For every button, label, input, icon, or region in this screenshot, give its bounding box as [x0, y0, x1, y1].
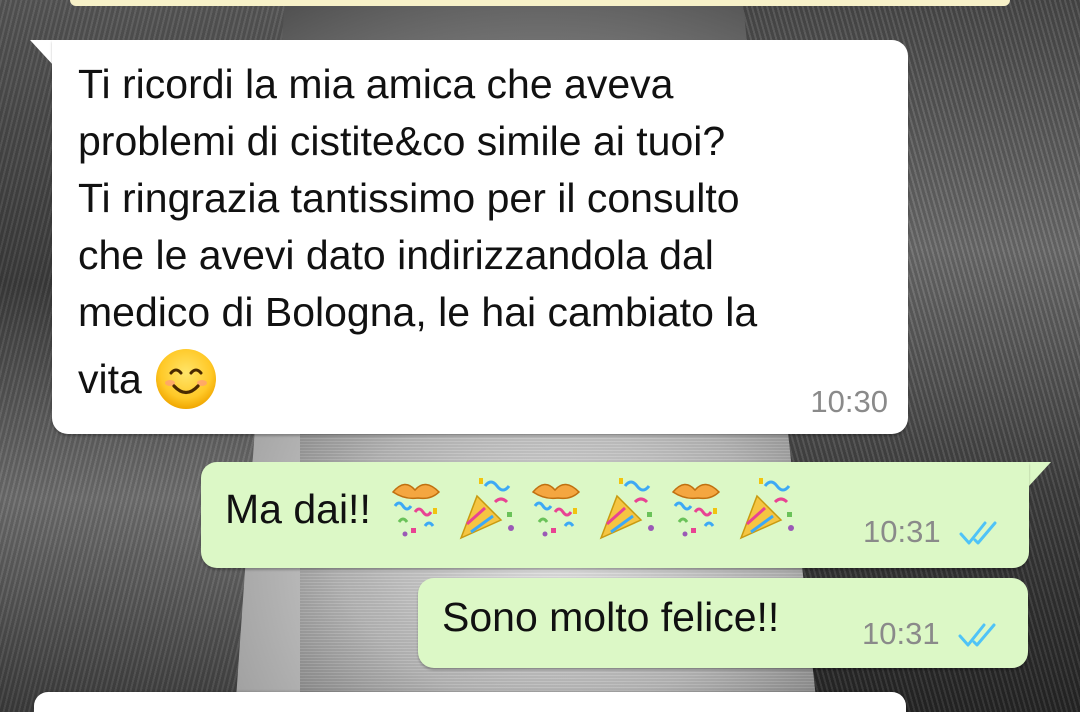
smiling-face-icon [155, 349, 216, 409]
incoming-message-bubble[interactable]: Ti ricordi la mia amica che aveva proble… [52, 40, 908, 434]
incoming-bubble-tail [30, 40, 54, 66]
message-timestamp: 10:30 [810, 384, 888, 419]
outgoing-message-text: Sono molto felice!! [442, 594, 780, 640]
previous-message-bubble-edge[interactable] [70, 0, 1010, 6]
message-line: problemi di cistite&co simile ai tuoi? [78, 118, 726, 164]
message-line: medico di Bologna, le hai cambiato la [78, 289, 758, 335]
message-timestamp: 10:31 [862, 616, 940, 651]
emoji-row [385, 472, 801, 542]
outgoing-bubble-tail [1029, 462, 1051, 486]
message-line: vita [78, 356, 142, 402]
next-message-bubble-edge[interactable] [34, 692, 906, 712]
outgoing-message-bubble[interactable]: Sono molto felice!! 10:31 [418, 578, 1028, 668]
confetti-ball-icon [531, 483, 581, 537]
outgoing-message-text: Ma dai!! [225, 486, 371, 532]
party-popper-icon [739, 478, 794, 540]
message-line-last: vita [78, 347, 878, 411]
confetti-ball-icon [671, 483, 721, 537]
message-line: che le avevi dato indirizzandola dal [78, 232, 714, 278]
incoming-message-text: Ti ricordi la mia amica che aveva proble… [78, 56, 878, 411]
message-line: Ti ringrazia tantissimo per il consulto [78, 175, 740, 221]
read-double-check-icon [958, 623, 996, 647]
read-double-check-icon [959, 521, 997, 545]
party-popper-icon [599, 478, 654, 540]
message-timestamp: 10:31 [863, 514, 941, 549]
party-popper-icon [459, 478, 514, 540]
outgoing-message-bubble[interactable]: Ma dai!! 10:31 [201, 462, 1029, 568]
chat-view[interactable]: Ti ricordi la mia amica che aveva proble… [0, 0, 1080, 712]
message-line: Ti ricordi la mia amica che aveva [78, 61, 674, 107]
confetti-ball-icon [391, 483, 441, 537]
